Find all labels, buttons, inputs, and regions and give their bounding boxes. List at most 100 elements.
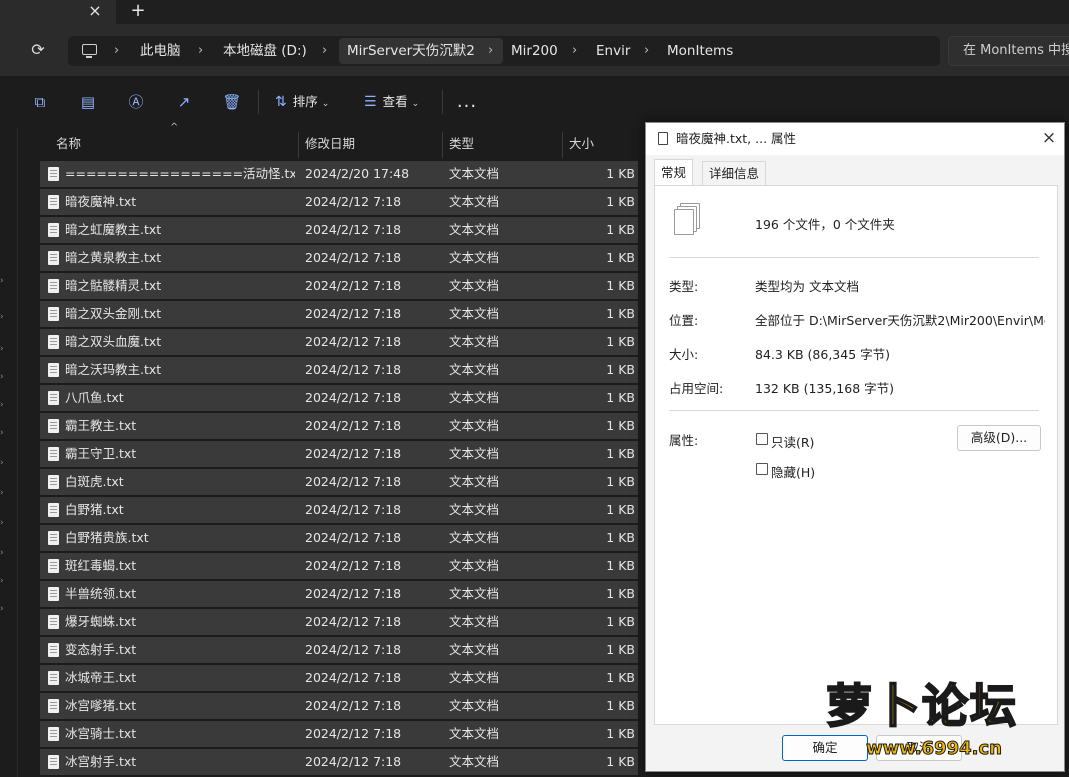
column-header: ^ 名称 修改日期 类型 大小 [40,122,644,159]
table-row[interactable]: 暗之双头血魔.txt 2024/2/12 7:18 文本文档 1 KB [40,329,638,357]
table-row[interactable]: 暗之双头金刚.txt 2024/2/12 7:18 文本文档 1 KB [40,301,638,329]
expand-chevron-icon[interactable]: › [0,372,8,382]
advanced-button[interactable]: 高级(D)... [957,425,1041,451]
file-date: 2024/2/12 7:18 [305,474,402,489]
refresh-icon[interactable]: ⟳ [26,38,50,62]
file-type: 文本文档 [449,502,500,517]
table-row[interactable]: 冰宫骑士.txt 2024/2/12 7:18 文本文档 1 KB [40,721,638,749]
column-size[interactable]: 大小 [569,128,594,159]
table-row[interactable]: 霸王教主.txt 2024/2/12 7:18 文本文档 1 KB [40,413,638,441]
text-file-icon [48,671,59,685]
crumb-this-pc[interactable]: 此电脑 [140,36,181,66]
close-icon[interactable]: × [1034,123,1064,155]
expand-chevron-icon[interactable]: › [0,458,8,468]
file-size: 1 KB [606,194,635,209]
table-row[interactable]: 斑红毒蝎.txt 2024/2/12 7:18 文本文档 1 KB [40,553,638,581]
file-name: 暗夜魔神.txt [65,194,137,209]
chevron-right-icon[interactable]: › [572,36,577,66]
tab-details[interactable]: 详细信息 [702,161,767,185]
column-divider[interactable] [442,132,443,158]
file-name: 冰宫骑士.txt [65,726,137,741]
dialog-tabs: 常规 详细信息 [654,159,1058,185]
tab-general[interactable]: 常规 [654,159,694,185]
table-row[interactable]: =================活动怪.txt 2024/2/20 17:48 文… [40,161,638,189]
expand-chevron-icon[interactable]: › [0,576,8,586]
text-file-icon [48,755,59,769]
sort-button[interactable]: ⇅ 排序 ⌄ [275,90,329,114]
crumb-mirserver[interactable]: MirServer天伤沉默2 [347,36,475,66]
table-row[interactable]: 冰城帝王.txt 2024/2/12 7:18 文本文档 1 KB [40,665,638,693]
column-name[interactable]: 名称 [56,128,81,159]
table-row[interactable]: 白野猪.txt 2024/2/12 7:18 文本文档 1 KB [40,497,638,525]
expand-chevron-icon[interactable]: › [0,344,8,354]
hidden-checkbox[interactable] [756,463,768,475]
close-tab-icon[interactable]: × [84,0,106,24]
readonly-label[interactable]: 只读(R) [771,432,814,451]
table-row[interactable]: 暗夜魔神.txt 2024/2/12 7:18 文本文档 1 KB [40,189,638,217]
file-name: 冰城帝王.txt [65,670,137,685]
expand-chevron-icon[interactable]: › [0,400,8,410]
expand-chevron-icon[interactable]: › [0,518,8,528]
column-type[interactable]: 类型 [449,128,474,159]
file-name: 变态射手.txt [65,642,137,657]
expand-chevron-icon[interactable]: › [0,488,8,498]
text-file-icon [48,307,59,321]
more-options-button[interactable]: ... [456,90,478,114]
file-type: 文本文档 [449,390,500,405]
file-type: 文本文档 [449,670,500,685]
expand-chevron-icon[interactable]: › [0,276,8,286]
expand-chevron-icon[interactable]: › [0,428,8,438]
expand-chevron-icon[interactable]: › [0,604,8,614]
file-date: 2024/2/12 7:18 [305,222,402,237]
chevron-right-icon[interactable]: › [488,36,493,66]
column-divider[interactable] [562,132,563,158]
tab-monitems[interactable]: × [0,0,116,24]
table-row[interactable]: 变态射手.txt 2024/2/12 7:18 文本文档 1 KB [40,637,638,665]
table-row[interactable]: 白野猪贵族.txt 2024/2/12 7:18 文本文档 1 KB [40,525,638,553]
table-row[interactable]: 暗之沃玛教主.txt 2024/2/12 7:18 文本文档 1 KB [40,357,638,385]
table-row[interactable]: 半兽统领.txt 2024/2/12 7:18 文本文档 1 KB [40,581,638,609]
table-row[interactable]: 暗之骷髅精灵.txt 2024/2/12 7:18 文本文档 1 KB [40,273,638,301]
file-type: 文本文档 [449,586,500,601]
file-size: 1 KB [606,418,635,433]
chevron-right-icon[interactable]: › [322,36,327,66]
table-row[interactable]: 霸王守卫.txt 2024/2/12 7:18 文本文档 1 KB [40,441,638,469]
computer-icon[interactable] [82,44,97,58]
chevron-right-icon[interactable]: › [198,36,203,66]
table-row[interactable]: 白斑虎.txt 2024/2/12 7:18 文本文档 1 KB [40,469,638,497]
view-button[interactable]: ☰ 查看 ⌄ [364,90,419,114]
readonly-checkbox[interactable] [756,433,768,445]
expand-chevron-icon[interactable]: › [0,548,8,558]
crumb-mir200[interactable]: Mir200 [511,36,558,66]
delete-icon[interactable]: 🗑 [221,92,243,112]
file-date: 2024/2/12 7:18 [305,362,402,377]
chevron-right-icon[interactable]: › [114,36,119,66]
table-row[interactable]: 暗之虹魔教主.txt 2024/2/12 7:18 文本文档 1 KB [40,217,638,245]
breadcrumb[interactable]: › 此电脑 › 本地磁盘 (D:) › MirServer天伤沉默2 › Mir… [68,36,940,66]
file-icon [658,132,668,145]
copy-icon[interactable]: ⧉ [29,92,51,112]
expand-chevron-icon[interactable]: › [0,312,8,322]
crumb-monitems[interactable]: MonItems [667,36,733,66]
paste-icon[interactable]: ▤ [77,92,99,112]
hidden-label[interactable]: 隐藏(H) [771,462,815,481]
new-tab-icon[interactable]: + [126,0,150,24]
column-divider[interactable] [298,132,299,158]
search-input[interactable]: 在 MonItems 中搜 [948,36,1069,66]
crumb-envir[interactable]: Envir [596,36,630,66]
table-row[interactable]: 暗之黄泉教主.txt 2024/2/12 7:18 文本文档 1 KB [40,245,638,273]
chevron-down-icon: ⌄ [411,99,420,109]
file-size: 1 KB [606,754,635,769]
file-type: 文本文档 [449,754,500,769]
chevron-right-icon[interactable]: › [644,36,649,66]
table-row[interactable]: 爆牙蜘蛛.txt 2024/2/12 7:18 文本文档 1 KB [40,609,638,637]
rename-icon[interactable]: Ⓐ [125,92,147,112]
table-row[interactable]: 八爪鱼.txt 2024/2/12 7:18 文本文档 1 KB [40,385,638,413]
file-type: 文本文档 [449,642,500,657]
table-row[interactable]: 冰宫嗲猪.txt 2024/2/12 7:18 文本文档 1 KB [40,693,638,721]
dialog-title-bar[interactable]: 暗夜魔神.txt, ... 属性 × [646,123,1064,155]
column-date[interactable]: 修改日期 [305,128,355,159]
crumb-local-disk[interactable]: 本地磁盘 (D:) [223,36,307,66]
share-icon[interactable]: ↗ [173,92,195,112]
table-row[interactable]: 冰宫射手.txt 2024/2/12 7:18 文本文档 1 KB [40,749,638,777]
